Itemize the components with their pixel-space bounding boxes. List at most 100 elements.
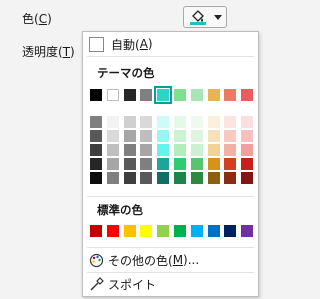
theme-shade-swatch[interactable] (157, 130, 170, 142)
theme-shade-swatch[interactable] (140, 172, 153, 184)
eyedropper-icon (88, 276, 104, 292)
theme-shade-swatch[interactable] (174, 158, 186, 170)
theme-shade-swatch[interactable] (241, 158, 254, 170)
standard-color-swatch[interactable] (224, 225, 237, 237)
palette-icon (88, 252, 104, 268)
auto-tail: ) (147, 37, 153, 51)
standard-color-swatch[interactable] (123, 225, 136, 237)
fill-color-button[interactable] (183, 6, 227, 28)
theme-shade-swatch[interactable] (106, 116, 119, 128)
theme-shade-swatch[interactable] (140, 130, 153, 142)
chevron-down-icon (214, 15, 222, 20)
divider (87, 247, 254, 248)
divider (87, 196, 254, 197)
theme-shade-swatch[interactable] (140, 144, 153, 156)
theme-shade-swatch[interactable] (123, 172, 136, 184)
theme-color-swatch[interactable] (224, 89, 237, 101)
theme-shade-swatch[interactable] (174, 172, 186, 184)
theme-shade-swatch[interactable] (190, 144, 203, 156)
theme-color-swatch[interactable] (190, 89, 203, 101)
theme-shade-swatch[interactable] (106, 158, 119, 170)
theme-shade-swatch[interactable] (190, 172, 203, 184)
color-label-text: 色( (22, 12, 39, 26)
theme-shade-swatch[interactable] (207, 158, 220, 170)
theme-shade-swatch[interactable] (224, 158, 237, 170)
theme-color-swatch[interactable] (241, 89, 254, 101)
theme-shade-swatch[interactable] (241, 116, 254, 128)
theme-shade-swatch[interactable] (174, 130, 186, 142)
theme-shade-swatch[interactable] (106, 144, 119, 156)
standard-colors-heading: 標準の色 (97, 203, 143, 217)
theme-shade-swatch[interactable] (207, 172, 220, 184)
standard-color-swatch[interactable] (190, 225, 203, 237)
theme-shade-swatch[interactable] (90, 144, 102, 156)
theme-shade-swatch[interactable] (224, 172, 237, 184)
theme-shade-swatch[interactable] (157, 158, 170, 170)
theme-color-swatch[interactable] (90, 89, 102, 101)
theme-color-swatch[interactable] (106, 89, 119, 101)
theme-shade-swatch[interactable] (174, 116, 186, 128)
theme-shade-swatch[interactable] (157, 172, 170, 184)
transparency-label-tail: ) (70, 45, 75, 59)
auto-key: A (139, 37, 148, 51)
theme-color-swatch[interactable] (174, 89, 186, 101)
eyedropper-option[interactable]: スポイト (83, 274, 258, 294)
theme-shade-swatch[interactable] (190, 158, 203, 170)
theme-shade-swatch[interactable] (90, 172, 102, 184)
standard-color-swatch[interactable] (140, 225, 153, 237)
theme-shade-swatch[interactable] (224, 144, 237, 156)
paint-bucket-icon (190, 9, 206, 25)
theme-shade-swatch[interactable] (207, 116, 220, 128)
transparency-label: 透明度(T) (22, 43, 75, 60)
theme-shade-swatch[interactable] (90, 158, 102, 170)
more-colors-tail: )... (183, 253, 200, 267)
theme-shade-swatch[interactable] (123, 116, 136, 128)
divider (87, 272, 254, 273)
theme-shade-swatch[interactable] (123, 130, 136, 142)
more-colors-key: M (172, 253, 184, 267)
standard-color-swatch[interactable] (90, 225, 102, 237)
color-label-key: C (38, 12, 48, 26)
eyedropper-label: スポイト (108, 277, 157, 292)
theme-shade-swatch[interactable] (224, 130, 237, 142)
theme-shade-swatch[interactable] (90, 130, 102, 142)
theme-shade-swatch[interactable] (140, 116, 153, 128)
theme-shade-swatch[interactable] (241, 172, 254, 184)
theme-shade-swatch[interactable] (224, 116, 237, 128)
theme-color-swatch[interactable] (140, 89, 153, 101)
more-colors-label: その他の色( (108, 253, 173, 268)
theme-shade-swatch[interactable] (241, 144, 254, 156)
theme-color-swatch[interactable] (123, 89, 136, 101)
theme-shade-swatch[interactable] (207, 144, 220, 156)
theme-shade-swatch[interactable] (157, 144, 170, 156)
transparency-label-text: 透明度( (22, 45, 63, 59)
theme-shade-swatch[interactable] (123, 158, 136, 170)
theme-shade-swatch[interactable] (190, 130, 203, 142)
standard-color-swatch[interactable] (241, 225, 254, 237)
theme-color-swatch[interactable] (207, 89, 220, 101)
color-picker-popup: 自動(A) テーマの色 標準の色 その他の色(M)... スポイト (82, 31, 259, 297)
theme-shade-swatch[interactable] (106, 130, 119, 142)
auto-color-box (89, 36, 104, 52)
theme-shade-swatch[interactable] (174, 144, 186, 156)
theme-shade-swatch[interactable] (190, 116, 203, 128)
divider (87, 56, 254, 57)
standard-color-swatch[interactable] (207, 225, 220, 237)
standard-color-swatch[interactable] (174, 225, 186, 237)
transparency-label-key: T (62, 45, 71, 59)
standard-color-swatch[interactable] (106, 225, 119, 237)
theme-shade-swatch[interactable] (157, 116, 170, 128)
theme-shade-swatch[interactable] (140, 158, 153, 170)
theme-shade-swatch[interactable] (123, 144, 136, 156)
auto-color-option[interactable]: 自動(A) (83, 34, 258, 54)
auto-label: 自動( (111, 37, 140, 52)
theme-color-swatch[interactable] (154, 86, 173, 104)
color-label-tail: ) (47, 12, 52, 26)
theme-colors-heading: テーマの色 (97, 66, 155, 80)
theme-shade-swatch[interactable] (106, 172, 119, 184)
theme-shade-swatch[interactable] (241, 130, 254, 142)
theme-shade-swatch[interactable] (90, 116, 102, 128)
theme-shade-swatch[interactable] (207, 130, 220, 142)
standard-color-swatch[interactable] (157, 225, 170, 237)
more-colors-option[interactable]: その他の色(M)... (83, 250, 258, 270)
